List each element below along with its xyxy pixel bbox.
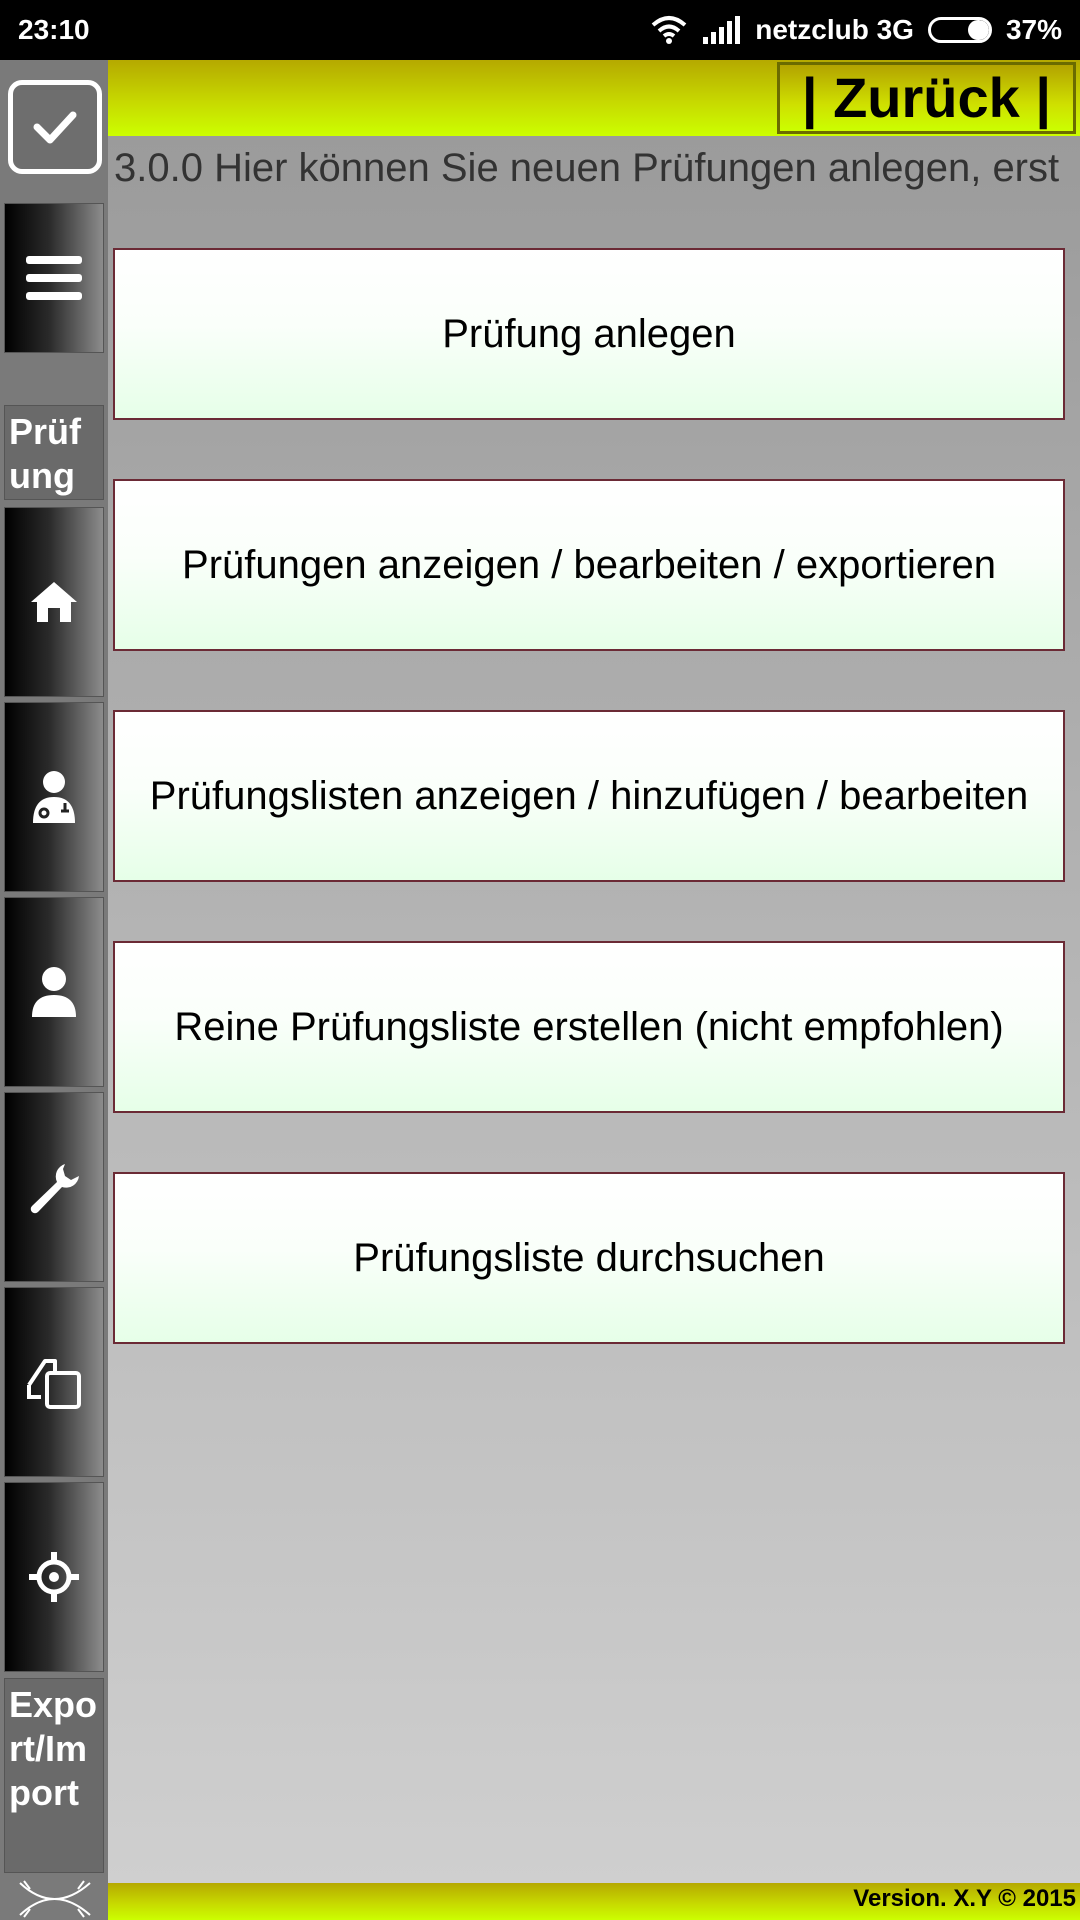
- sidebar-item-user[interactable]: [4, 897, 104, 1087]
- footer-bar: Version. X.Y © 2015: [108, 1883, 1080, 1920]
- status-time: 23:10: [18, 14, 90, 45]
- search-exam-list-button[interactable]: Prüfungsliste durchsuchen: [113, 1172, 1065, 1344]
- header-bar: | Zurück |: [108, 60, 1080, 136]
- version-label: Version. X.Y © 2015: [853, 1885, 1076, 1912]
- back-button[interactable]: | Zurück |: [776, 62, 1076, 134]
- copy-documents-icon: [25, 1353, 83, 1411]
- crossed-lines-icon: [0, 1875, 108, 1920]
- hamburger-menu-icon: [24, 253, 84, 303]
- battery-icon: [927, 17, 992, 43]
- exam-lists-button[interactable]: Prüfungslisten anzeigen / hinzufügen / b…: [113, 710, 1065, 882]
- wrench-icon: [27, 1160, 81, 1214]
- logo-button[interactable]: [8, 80, 102, 174]
- signal-icon: [701, 15, 741, 45]
- user-icon: [29, 965, 79, 1019]
- status-right: netzclub 3G 37%: [651, 14, 1062, 46]
- main-content: 3.0.0 Hier können Sie neuen Prüfungen an…: [108, 136, 1080, 1883]
- show-edit-export-exams-button[interactable]: Prüfungen anzeigen / bearbeiten / export…: [113, 479, 1065, 651]
- wifi-icon: [651, 15, 687, 45]
- sidebar-section-label: Prüfung: [4, 405, 104, 500]
- info-text: 3.0.0 Hier können Sie neuen Prüfungen an…: [114, 146, 1060, 190]
- checkbox-check-icon: [25, 97, 85, 157]
- sidebar-item-copy[interactable]: [4, 1287, 104, 1477]
- carrier-label: netzclub 3G: [755, 14, 914, 45]
- doctor-icon: [29, 769, 79, 825]
- sidebar-item-settings[interactable]: [4, 1092, 104, 1282]
- menu-button[interactable]: [4, 203, 104, 353]
- sidebar-item-doctor[interactable]: [4, 702, 104, 892]
- crosshair-icon: [27, 1550, 81, 1604]
- sidebar-item-home[interactable]: [4, 507, 104, 697]
- sidebar-bottom: [0, 1875, 108, 1920]
- battery-fill: [967, 20, 989, 40]
- sidebar-item-target[interactable]: [4, 1482, 104, 1672]
- sidebar: Prüfung Export/Import: [0, 60, 108, 1920]
- battery-percent: 37%: [1005, 14, 1062, 45]
- sidebar-item-export-import[interactable]: Export/Import: [4, 1678, 104, 1873]
- create-pure-exam-list-button[interactable]: Reine Prüfungsliste erstellen (nicht emp…: [113, 941, 1065, 1113]
- create-exam-button[interactable]: Prüfung anlegen: [113, 248, 1065, 420]
- status-bar: 23:10 netzclub 3G 37%: [0, 0, 1080, 60]
- home-icon: [27, 578, 81, 626]
